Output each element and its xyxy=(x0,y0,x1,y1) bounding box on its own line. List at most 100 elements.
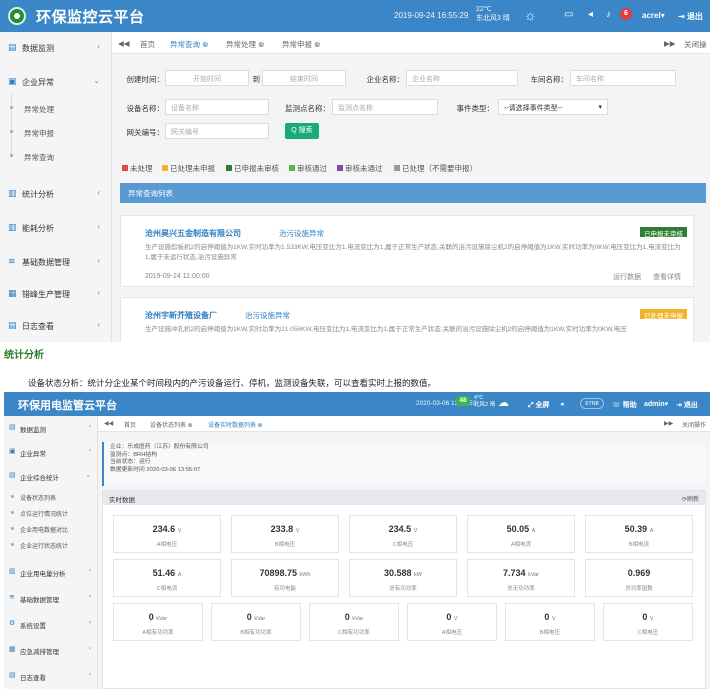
metric-number: 233.8 xyxy=(270,524,294,534)
anomaly-card[interactable]: 沧州宇新芥殖设备厂 治污设施异常 已处理未申报 生产设施冲孔机2的启停阈值为1K… xyxy=(120,297,694,342)
bullet xyxy=(10,130,13,133)
gear-icon: ⚙ xyxy=(9,620,16,627)
sidebar-item-peak-shift[interactable]: ▦ 错峰生产管理 ‹ xyxy=(0,284,112,302)
metric-label: B相电压 xyxy=(274,542,296,548)
chevron-left-icon: ‹ xyxy=(88,447,91,454)
tab-label[interactable]: 异常处理 xyxy=(226,40,256,49)
search-button[interactable]: Q 搜索 xyxy=(285,123,319,139)
sidebar-item-logs[interactable]: ▤ 日志查看 ‹ xyxy=(4,668,98,684)
sidebar-item-base-data[interactable]: ≋ 基础数据管理 ‹ xyxy=(4,590,98,606)
close-operations-button[interactable]: 关闭操作 xyxy=(682,420,706,429)
tab-device-status[interactable]: 设备状态列表 ⊗ xyxy=(150,420,193,429)
username[interactable]: admin xyxy=(644,401,665,408)
view-details-link[interactable]: 查看详情 xyxy=(653,272,681,282)
sidebar-item-label: 企业异常 xyxy=(20,451,46,458)
sidebar-subitem-query[interactable]: 异常查询 xyxy=(0,148,112,164)
workshop-name-input[interactable]: 车间名称 xyxy=(570,70,676,86)
volume-icon[interactable]: ◂ xyxy=(560,400,564,408)
sidebar-subitem-report[interactable]: 异常申报 xyxy=(0,124,112,140)
legend-label: 已申报未审核 xyxy=(234,164,279,173)
metric-number: 0 xyxy=(446,612,452,622)
start-time-input[interactable]: 开始时间 xyxy=(165,70,249,86)
sidebar-item-label: 能耗分析 xyxy=(22,224,54,233)
company-name[interactable]: 沧州昊兴五金制造有限公司 xyxy=(145,228,241,239)
company-name-input[interactable]: 企业名称 xyxy=(406,70,518,86)
logout-label[interactable]: 退出 xyxy=(687,12,703,21)
end-time-input[interactable]: 结束时间 xyxy=(262,70,346,86)
run-data-link[interactable]: 运行数据 xyxy=(613,272,641,282)
sidebar-subitem[interactable]: 企业运行状态统计 xyxy=(4,538,98,552)
legend-label: 已处理（不需要申报） xyxy=(402,164,477,173)
app-title: 环保监控云平台 xyxy=(36,9,145,26)
sidebar-subitem-handle[interactable]: 异常处理 xyxy=(0,100,112,116)
sidebar-item-statistics[interactable]: ▥ 统计分析 ‹ xyxy=(0,184,112,202)
sidebar-item-logs[interactable]: ▤ 日志查看 ‹ xyxy=(0,316,112,334)
sidebar-item-settings[interactable]: ⚙ 系统设置 ‹ xyxy=(4,616,98,632)
volume-icon[interactable]: ◂ xyxy=(588,9,593,20)
tab-label[interactable]: 设备状态列表 xyxy=(150,423,186,429)
tab-home[interactable]: 首页 xyxy=(124,420,136,429)
fullscreen-button[interactable]: ⤢ 全屏 xyxy=(528,400,550,410)
monitor-point-input[interactable]: 监测点名称 xyxy=(332,99,438,115)
bell-icon[interactable]: ♪ xyxy=(606,9,611,20)
tab-label[interactable]: 异常申报 xyxy=(282,40,312,49)
monitor-icon[interactable]: ▭ xyxy=(564,9,573,20)
tab-label[interactable]: 设备实时数据列表 xyxy=(208,423,256,429)
sidebar-subitem[interactable]: 设备状态列表 xyxy=(4,490,98,504)
sidebar-subitem[interactable]: 企业用电数据对比 xyxy=(4,522,98,536)
section-heading: 统计分析 xyxy=(4,350,44,361)
tab-anomaly-query[interactable]: 异常查询 ⊗ xyxy=(170,39,208,50)
sidebar-item-base-data[interactable]: ≋ 基础数据管理 ‹ xyxy=(0,252,112,270)
log-icon: ▤ xyxy=(8,320,17,330)
notification-badge[interactable]: 6 xyxy=(620,8,632,20)
help-button[interactable]: ☏ 帮助 xyxy=(612,400,637,410)
metric-card: 234.6 V A相电压 xyxy=(113,515,221,553)
tab-back-button[interactable]: ◀◀ xyxy=(104,420,113,427)
refresh-label[interactable]: 刷新 xyxy=(687,497,699,503)
event-type-select[interactable]: --请选择事件类型-- ▾ xyxy=(498,99,608,115)
sidebar-item-data-monitor[interactable]: ▤ 数据监测 ‹ xyxy=(0,38,112,56)
tab-forward-button[interactable]: ▶▶ xyxy=(664,39,676,48)
bullet xyxy=(11,511,14,514)
legend-swatch xyxy=(162,165,168,171)
status-pill[interactable]: 6TN8 xyxy=(580,398,604,409)
sidebar-item-energy[interactable]: ▥ 能耗分析 ‹ xyxy=(0,218,112,236)
event-type-value[interactable]: --请选择事件类型-- xyxy=(504,105,562,112)
metric-card: 7.734 kVar 总无功功率 xyxy=(467,559,575,597)
top-header: 环保用电监管云平台 2020-03-06 13:55:53 48 4℃ 北风2 … xyxy=(4,392,710,416)
legend-label: 已处理未申报 xyxy=(170,164,215,173)
sidebar-item-power-analysis[interactable]: ▥ 企业用电量分析 ‹ xyxy=(4,564,98,580)
tab-realtime-data[interactable]: 设备实时数据列表 ⊗ xyxy=(208,420,263,429)
close-operations-button[interactable]: 关闭操 xyxy=(684,39,707,50)
sidebar: ▤ 数据监测 ‹ ▣ 企业异常 ⌄ 异常处理 异常申报 异常查询 ▥ 统计分析 … xyxy=(0,32,112,342)
help-label[interactable]: 帮助 xyxy=(623,402,637,409)
user-menu[interactable]: admin▾ xyxy=(644,400,668,408)
header-datetime: 2019-09-24 16:55:29 xyxy=(394,11,469,20)
logout-label[interactable]: 退出 xyxy=(684,402,698,409)
gateway-input[interactable]: 网关编号 xyxy=(165,123,269,139)
company-name[interactable]: 沧州宇新芥殖设备厂 xyxy=(145,310,217,321)
logout-button[interactable]: ⇥ 退出 xyxy=(676,400,698,410)
user-menu[interactable]: acrel▾ xyxy=(642,11,665,20)
tab-label[interactable]: 异常查询 xyxy=(170,40,200,49)
chevron-left-icon: ‹ xyxy=(88,567,91,574)
fullscreen-label[interactable]: 全屏 xyxy=(536,402,550,409)
username[interactable]: acrel xyxy=(642,11,661,20)
logout-button[interactable]: ⇥ 退出 xyxy=(678,11,703,22)
tab-anomaly-report[interactable]: 异常申报 ⊗ xyxy=(282,39,320,50)
gateway-label: 网关编号： xyxy=(126,128,165,137)
sidebar-item-enterprise-anomaly[interactable]: ▣ 企业异常 ‹ xyxy=(4,444,98,460)
tab-back-button[interactable]: ◀◀ xyxy=(118,39,130,48)
refresh-button[interactable]: ⟳刷新 xyxy=(682,494,699,503)
sidebar-subitem[interactable]: 点位运行情况统计 xyxy=(4,506,98,520)
anomaly-card[interactable]: 沧州昊兴五金制造有限公司 治污设施异常 已申报未审核 生产设施剪板机2的启停阈值… xyxy=(120,215,694,287)
sidebar-item-enterprise-anomaly[interactable]: ▣ 企业异常 ⌄ xyxy=(0,72,112,90)
tab-home[interactable]: 首页 xyxy=(140,39,155,50)
sidebar-item-emission[interactable]: ▦ 应急减排管理 ‹ xyxy=(4,642,98,658)
metric-label: A相电流 xyxy=(510,542,532,548)
sidebar-item-data-monitor[interactable]: ▤ 数据监测 ‹ xyxy=(4,420,98,436)
device-name-input[interactable]: 设备名称 xyxy=(165,99,269,115)
tab-forward-button[interactable]: ▶▶ xyxy=(664,420,673,427)
sidebar-item-enterprise-stats[interactable]: ▤ 企业综合统计 ⌄ xyxy=(4,468,98,484)
tab-anomaly-handle[interactable]: 异常处理 ⊗ xyxy=(226,39,264,50)
